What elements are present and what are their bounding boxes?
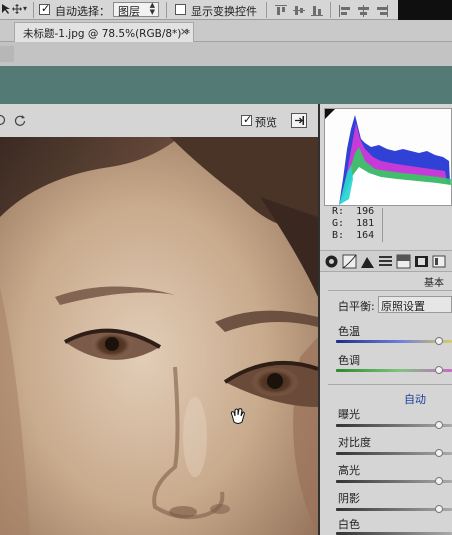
layer-select[interactable]: 图层 ▲ ▼ — [113, 1, 159, 18]
tab-split-toning-icon[interactable] — [396, 254, 411, 269]
close-icon[interactable]: × — [180, 25, 189, 38]
fullscreen-toggle-icon[interactable] — [291, 113, 307, 128]
rgb-readout: R: 196 G: 181 B: 164 — [332, 206, 448, 246]
white-balance-select[interactable]: 原照设置 — [378, 296, 452, 313]
align-hcenter-icon[interactable] — [356, 4, 370, 17]
tab-basic-icon[interactable] — [324, 254, 339, 269]
separator — [166, 2, 167, 18]
tint-label: 色调 — [338, 354, 360, 367]
contrast-slider-thumb[interactable] — [435, 449, 443, 457]
tab-effects-icon[interactable] — [432, 254, 447, 269]
shadows-slider-thumb[interactable] — [435, 505, 443, 513]
white-balance-label: 白平衡: — [338, 300, 375, 313]
exposure-label: 曝光 — [338, 408, 360, 421]
align-left-icon[interactable] — [338, 4, 352, 17]
layer-select-value: 图层 — [118, 5, 140, 18]
histogram — [324, 108, 452, 206]
auto-link[interactable]: 自动 — [404, 391, 426, 407]
preview-label: 预览 — [255, 116, 277, 129]
b-value: 164 — [356, 230, 375, 241]
auto-select-label: 自动选择： — [55, 5, 110, 18]
panel-tabs — [320, 250, 452, 272]
separator — [266, 2, 267, 18]
b-label: B: — [332, 230, 345, 241]
section-title: 基本 — [424, 278, 444, 289]
move-tool-icon[interactable] — [0, 3, 12, 15]
document-area-strip — [0, 42, 452, 66]
tab-hsl-icon[interactable] — [378, 254, 393, 269]
align-bottom-icon[interactable] — [310, 4, 324, 16]
tint-slider-thumb[interactable] — [435, 366, 443, 374]
separator — [33, 2, 34, 18]
temperature-slider-thumb[interactable] — [435, 337, 443, 345]
options-bar: ▾ 自动选择： 图层 ▲▼ 显示变换控件 — [0, 0, 452, 20]
scroll-edge — [0, 46, 14, 62]
r-value: 196 — [356, 206, 375, 217]
r-label: R: — [332, 206, 345, 217]
shadows-label: 阴影 — [338, 492, 360, 505]
show-transform-label: 显示变换控件 — [191, 5, 257, 18]
dialog-toolbar: 预览 — [0, 104, 318, 136]
contrast-label: 对比度 — [338, 436, 371, 449]
toolbar-end-block — [398, 0, 452, 20]
image-preview[interactable] — [0, 137, 318, 535]
readout-divider — [382, 208, 383, 242]
white-balance-value: 原照设置 — [381, 300, 425, 313]
document-tab[interactable]: 未标题-1.jpg @ 78.5%(RGB/8*) * × — [14, 22, 194, 42]
g-label: G: — [332, 218, 345, 229]
show-transform-checkbox[interactable] — [175, 4, 186, 15]
whites-label: 白色 — [338, 518, 360, 531]
portrait-photo — [0, 137, 318, 535]
align-right-icon[interactable] — [374, 4, 388, 17]
section-divider — [328, 384, 452, 385]
adjustment-panel: R: 196 G: 181 B: 164 基本 白平衡: 原照设置 色温 色调 … — [320, 104, 452, 535]
align-top-icon[interactable] — [274, 4, 288, 16]
document-tab-bar: 未标题-1.jpg @ 78.5%(RGB/8*) * × — [0, 20, 452, 42]
updown-icon: ▲ ▼ — [149, 1, 155, 16]
highlights-label: 高光 — [338, 464, 360, 477]
rotate-left-icon[interactable] — [0, 114, 6, 126]
exposure-slider-thumb[interactable] — [435, 421, 443, 429]
align-vcenter-icon[interactable] — [292, 4, 306, 16]
tab-lens-icon[interactable] — [414, 254, 429, 269]
section-divider — [328, 290, 452, 291]
temperature-label: 色温 — [338, 325, 360, 338]
tab-detail-icon[interactable] — [360, 254, 375, 269]
tab-tone-curve-icon[interactable] — [342, 254, 357, 269]
document-tab-title: 未标题-1.jpg @ 78.5%(RGB/8*) * — [23, 28, 190, 40]
chevron-down-icon[interactable]: ▾ — [23, 4, 27, 13]
rotate-right-icon[interactable] — [14, 114, 26, 126]
dialog-title-bar — [0, 66, 452, 104]
auto-select-checkbox[interactable] — [39, 2, 50, 15]
preview-checkbox[interactable] — [241, 113, 252, 126]
highlights-slider-thumb[interactable] — [435, 477, 443, 485]
g-value: 181 — [356, 218, 375, 229]
separator — [330, 2, 331, 18]
move-tool-arrows-icon[interactable] — [12, 4, 22, 14]
